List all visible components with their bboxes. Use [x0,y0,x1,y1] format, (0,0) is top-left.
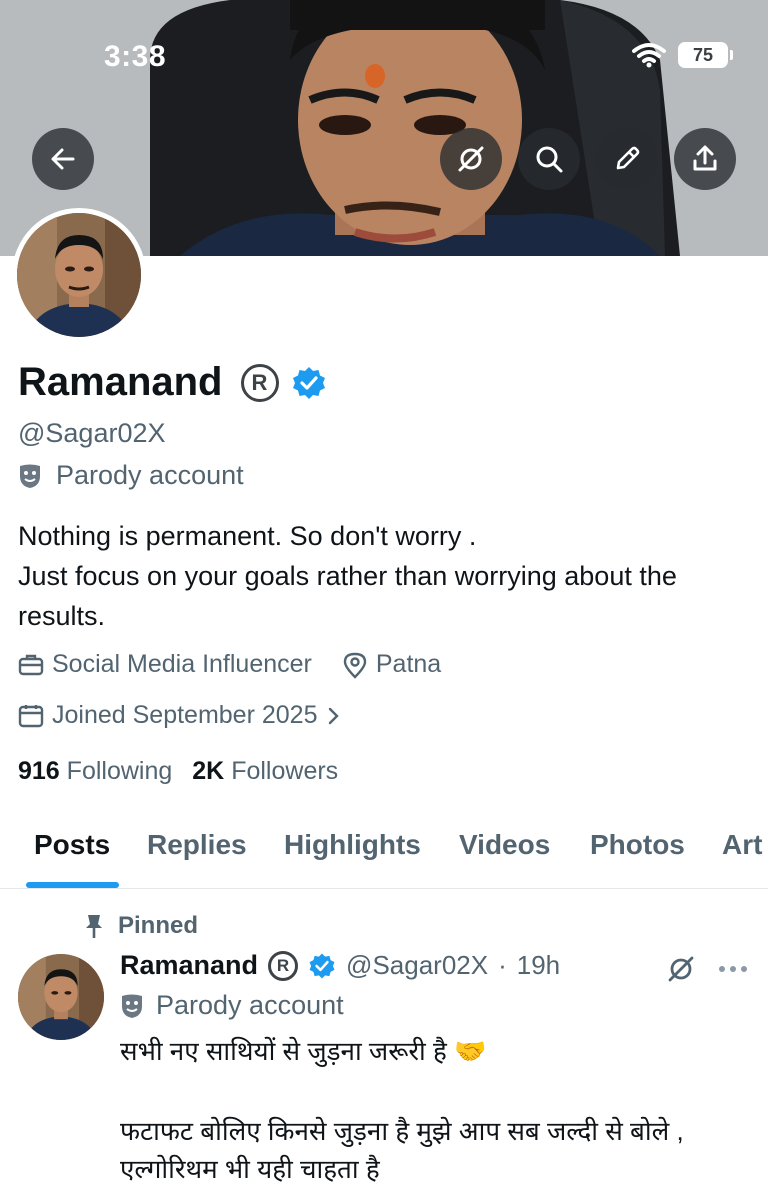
verified-badge-icon [309,953,335,978]
chevron-right-icon [329,707,340,724]
status-icons: 75 [632,42,733,68]
following-count: 916 [18,757,60,785]
parody-label-row: Parody account [18,460,244,491]
parody-account-label: Parody account [56,460,244,490]
following-link[interactable]: 916 Following [18,757,172,786]
post-text-line: सभी नए साथियों से जुड़ना जरूरी है 🤝 [120,1036,487,1066]
avatar-photo [18,954,104,1040]
registered-mark-icon: R [268,950,299,981]
follow-stats: 916 Following 2K Followers [18,757,338,786]
verified-badge-icon[interactable] [291,365,327,401]
search-button[interactable] [518,128,580,190]
profile-avatar[interactable] [12,208,146,342]
profile-banner[interactable]: 3:38 75 [0,0,768,256]
post-author-avatar[interactable] [18,954,104,1040]
more-options-icon[interactable] [718,962,748,976]
share-button[interactable] [674,128,736,190]
pinned-label: Pinned [118,912,199,939]
grok-button[interactable] [440,128,502,190]
post-header: Ramanand R @Sagar02X · 19h [120,950,560,981]
calendar-icon [18,704,44,727]
theater-mask-icon [122,994,142,1018]
post-parody-label: Parody account [156,990,344,1020]
joined-date: Joined September 2025 [52,701,318,729]
tab-videos[interactable]: Videos [459,829,550,861]
wifi-icon [632,43,666,68]
status-time: 3:38 [104,40,167,73]
profile-tabs: Posts Replies Highlights Videos Photos A… [0,815,768,889]
display-name: Ramanand [18,360,223,404]
tab-articles[interactable]: Art [722,829,762,861]
pin-icon [86,915,102,938]
pinned-indicator: Pinned [84,912,198,940]
profile-location: Patna [375,650,442,678]
back-button[interactable] [32,128,94,190]
battery-indicator: 75 [678,42,733,68]
tab-posts[interactable]: Posts [34,829,110,861]
banner-photo [0,0,768,256]
active-tab-indicator [26,882,119,888]
tab-replies[interactable]: Replies [147,829,247,861]
post-parody-row: Parody account [120,990,344,1021]
joined-row[interactable]: Joined September 2025 [18,701,343,730]
bio-line: Just focus on your goals rather than wor… [18,561,677,631]
edit-pencil-icon [616,146,640,170]
following-label: Following [66,757,173,785]
profile-category: Social Media Influencer [52,650,312,678]
bio-line: Nothing is permanent. So don't worry . [18,521,477,551]
post-time: 19h [516,950,561,980]
post-text-line: फटाफट बोलिए किनसे जुड़ना है मुझे आप सब ज… [120,1116,684,1146]
followers-label: Followers [231,757,339,785]
back-arrow-icon [51,148,75,170]
profile-bio: Nothing is permanent. So don't worry . J… [18,516,758,636]
post-author-handle: @Sagar02X [346,950,489,980]
tab-photos[interactable]: Photos [590,829,685,861]
post-separator: · [498,950,507,980]
avatar-photo [17,213,141,337]
grok-icon [458,146,484,172]
followers-count: 2K [192,757,225,785]
post-author-name[interactable]: Ramanand [120,950,258,981]
post-text-line: एल्गोरिथम भी यही चाहता है [120,1154,380,1184]
grok-icon[interactable] [666,954,696,984]
followers-link[interactable]: 2K Followers [192,757,338,786]
profile-meta-row: Social Media Influencer Patna [18,650,441,679]
share-icon [693,145,717,171]
briefcase-icon [18,654,44,675]
search-icon [536,146,563,173]
theater-mask-icon [20,464,40,488]
tab-highlights[interactable]: Highlights [284,829,421,861]
location-pin-icon [343,652,367,679]
profile-handle: @Sagar02X [18,418,166,448]
registered-mark-icon: R [240,363,279,402]
profile-name-row: Ramanand R [18,360,327,405]
edit-button[interactable] [596,128,658,190]
